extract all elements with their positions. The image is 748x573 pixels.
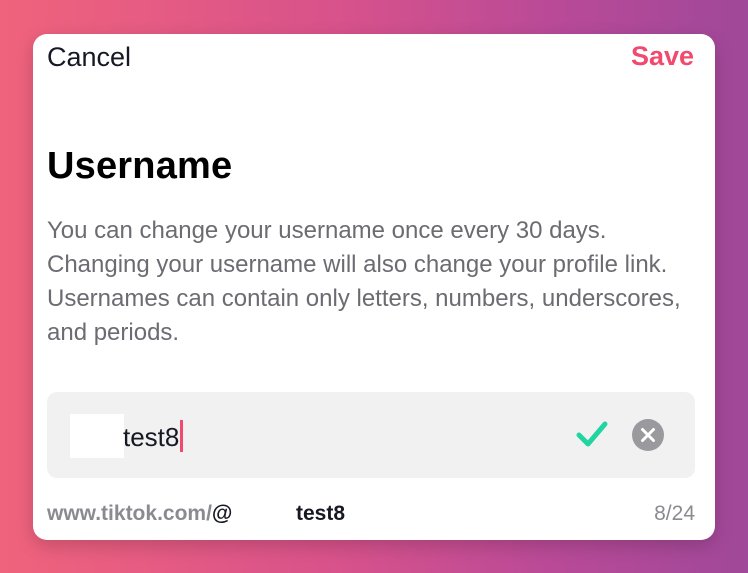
username-input[interactable]: test8 bbox=[47, 392, 695, 478]
cancel-button[interactable]: Cancel bbox=[47, 42, 131, 73]
profile-link-domain: www.tiktok.com/ bbox=[47, 502, 212, 525]
redaction-box bbox=[70, 414, 124, 458]
profile-link-row: www.tiktok.com/@ test8 8/24 bbox=[47, 502, 695, 530]
username-input-text[interactable]: test8 bbox=[123, 420, 184, 453]
profile-link-at: @ bbox=[211, 502, 233, 525]
save-button[interactable]: Save bbox=[631, 41, 694, 72]
username-value: test8 bbox=[123, 422, 180, 452]
edit-username-card: Cancel Save Username You can change your… bbox=[33, 34, 715, 540]
top-bar: Cancel Save bbox=[33, 34, 715, 82]
check-icon bbox=[576, 421, 608, 447]
character-counter: 8/24 bbox=[654, 502, 695, 525]
clear-icon[interactable] bbox=[631, 418, 665, 452]
page-title: Username bbox=[47, 145, 233, 187]
text-caret bbox=[180, 420, 184, 452]
profile-link: www.tiktok.com/@ bbox=[47, 502, 232, 526]
username-description: You can change your username once every … bbox=[47, 217, 681, 346]
profile-link-username: test8 bbox=[296, 502, 346, 525]
